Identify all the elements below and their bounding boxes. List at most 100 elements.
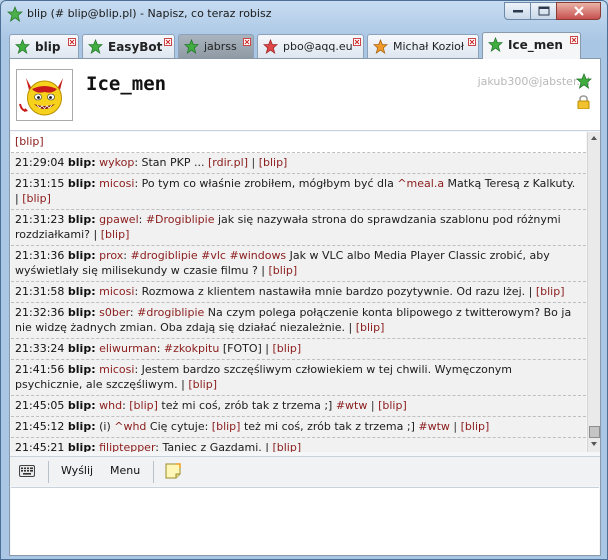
tab-close-icon[interactable] [243,36,251,49]
message-time: 21:45:05 [15,399,68,412]
message-source: blip: [67,285,96,298]
author-link[interactable]: s0ber [99,306,130,319]
message-link[interactable]: [blip] [101,228,130,241]
author-link[interactable]: micosi [99,363,134,376]
scroll-down-icon[interactable] [590,440,598,448]
message-link[interactable]: #wtw [418,420,450,433]
message-row: 21:45:05 blip: whd: [blip] też mi coś, z… [11,396,586,417]
message-row: 21:32:36 blip: s0ber: #drogiblipie Na cz… [11,303,586,339]
tab-close-icon[interactable] [68,36,76,49]
message-link[interactable]: [blip] [536,285,565,298]
message-link[interactable]: #drogiblipie [137,306,204,319]
tab-michal-koziol[interactable]: Michał Kozioł [367,34,479,58]
message-link[interactable]: [blip] [15,135,44,148]
tab-close-icon[interactable] [570,34,578,47]
scroll-thumb[interactable] [589,426,600,438]
message-scrollbar[interactable] [587,132,600,452]
message-text: [FOTO] | [219,342,273,355]
compose-toolbar: Wyślij Menu [10,456,600,486]
avatar[interactable] [16,69,73,121]
window-title: blip (# blip@blip.pl) - Napisz, co teraz… [27,7,272,20]
message-link[interactable]: [blip] [188,378,217,391]
message-source: blip: [67,213,96,226]
message-link[interactable]: [blip] [212,420,241,433]
tab-close-icon[interactable] [353,36,361,49]
message-link[interactable]: [blip] [272,342,301,355]
message-link[interactable]: [blip] [269,264,298,277]
minimize-button[interactable] [504,2,531,20]
tab-pbo[interactable]: pbo@aqq.eu [257,34,364,58]
toolbar-divider [153,461,154,483]
message-link[interactable]: [blip] [22,192,51,205]
tab-ice-men[interactable]: Ice_men [482,32,581,59]
author-link[interactable]: eliwurman [99,342,157,355]
message-text: : Taniec z Gazdami. | [155,441,273,452]
message-link[interactable]: [blip] [461,420,490,433]
chat-panel: Ice_men jakub300@jabster.pl [blip] 21:29:… [9,58,601,556]
author-link[interactable]: gpawel [99,213,139,226]
star-orange-icon [372,38,389,57]
message-source: blip: [67,177,96,190]
tab-label: pbo@aqq.eu [283,40,353,53]
message-link[interactable]: [rdir.pl] [208,156,248,169]
message-input[interactable] [11,487,599,555]
message-link[interactable]: [blip] [378,399,407,412]
status-star-icon[interactable] [575,72,593,92]
message-link[interactable]: [blip] [356,321,385,334]
message-row: [blip] [11,132,586,153]
message-text: Cię cytuje: [146,420,212,433]
message-log[interactable]: [blip] 21:29:04 blip: wykop: Stan PKP ...… [11,132,586,452]
tab-jabrss[interactable]: jabrss [178,34,254,58]
message-source: blip: [67,306,96,319]
star-green-icon [87,38,104,57]
chat-window: blip (# blip@blip.pl) - Napisz, co teraz… [0,0,608,560]
message-link[interactable]: ^whd [114,420,146,433]
author-link[interactable]: prox [99,249,123,262]
author-link[interactable]: whd [99,399,122,412]
message-link[interactable]: ^meal.a [397,177,444,190]
message-link[interactable]: #wtw [336,399,368,412]
tab-blip[interactable]: blip [9,34,79,58]
scroll-up-icon[interactable] [590,134,598,142]
message-link[interactable]: #zkokpitu [164,342,219,355]
author-link[interactable]: wykop [99,156,134,169]
author-link[interactable]: micosi [99,177,134,190]
tab-label: jabrss [204,40,237,53]
author-link[interactable]: micosi [99,285,134,298]
message-row: 21:45:12 blip: (i) ^whd Cię cytuje: [bli… [11,417,586,438]
message-time: 21:32:36 [15,306,68,319]
message-link[interactable]: [blip] [129,399,158,412]
message-text: | [367,399,379,412]
menu-button[interactable]: Menu [110,464,140,477]
note-icon[interactable] [165,463,181,482]
message-row: 21:41:56 blip: micosi: Jestem bardzo szc… [11,360,586,396]
tab-easybot[interactable]: EasyBot [82,34,175,58]
keyboard-icon[interactable] [19,465,35,480]
message-link[interactable]: [blip] [272,441,301,452]
close-button[interactable] [556,2,601,20]
devil-smiley-icon [19,78,63,116]
tab-close-icon[interactable] [164,36,172,49]
message-text: | [449,420,461,433]
message-link[interactable]: [blip] [259,156,288,169]
message-link[interactable]: #Drogiblipie [146,213,215,226]
star-green-icon [14,38,31,57]
message-row: 21:31:23 blip: gpawel: #Drogiblipie jak … [11,210,586,246]
star-green-icon [487,36,504,55]
message-text: | [247,156,259,169]
maximize-button[interactable] [530,2,557,20]
message-text: : Po tym co właśnie zrobiłem, mógłbym by… [134,177,398,190]
lock-icon[interactable] [577,95,590,112]
message-link[interactable]: #vlc [201,249,226,262]
title-bar[interactable]: blip (# blip@blip.pl) - Napisz, co teraz… [1,1,607,29]
message-text: (i) [95,420,115,433]
close-icon [573,6,584,16]
message-link[interactable]: #windows [229,249,286,262]
author-link[interactable]: filiptepper [99,441,155,452]
message-row: 21:31:36 blip: prox: #drogiblipie #vlc #… [11,246,586,282]
tab-close-icon[interactable] [468,36,476,49]
message-time: 21:31:23 [15,213,68,226]
message-link[interactable]: #drogiblipie [130,249,197,262]
message-source: blip: [67,399,96,412]
send-button[interactable]: Wyślij [61,464,93,477]
